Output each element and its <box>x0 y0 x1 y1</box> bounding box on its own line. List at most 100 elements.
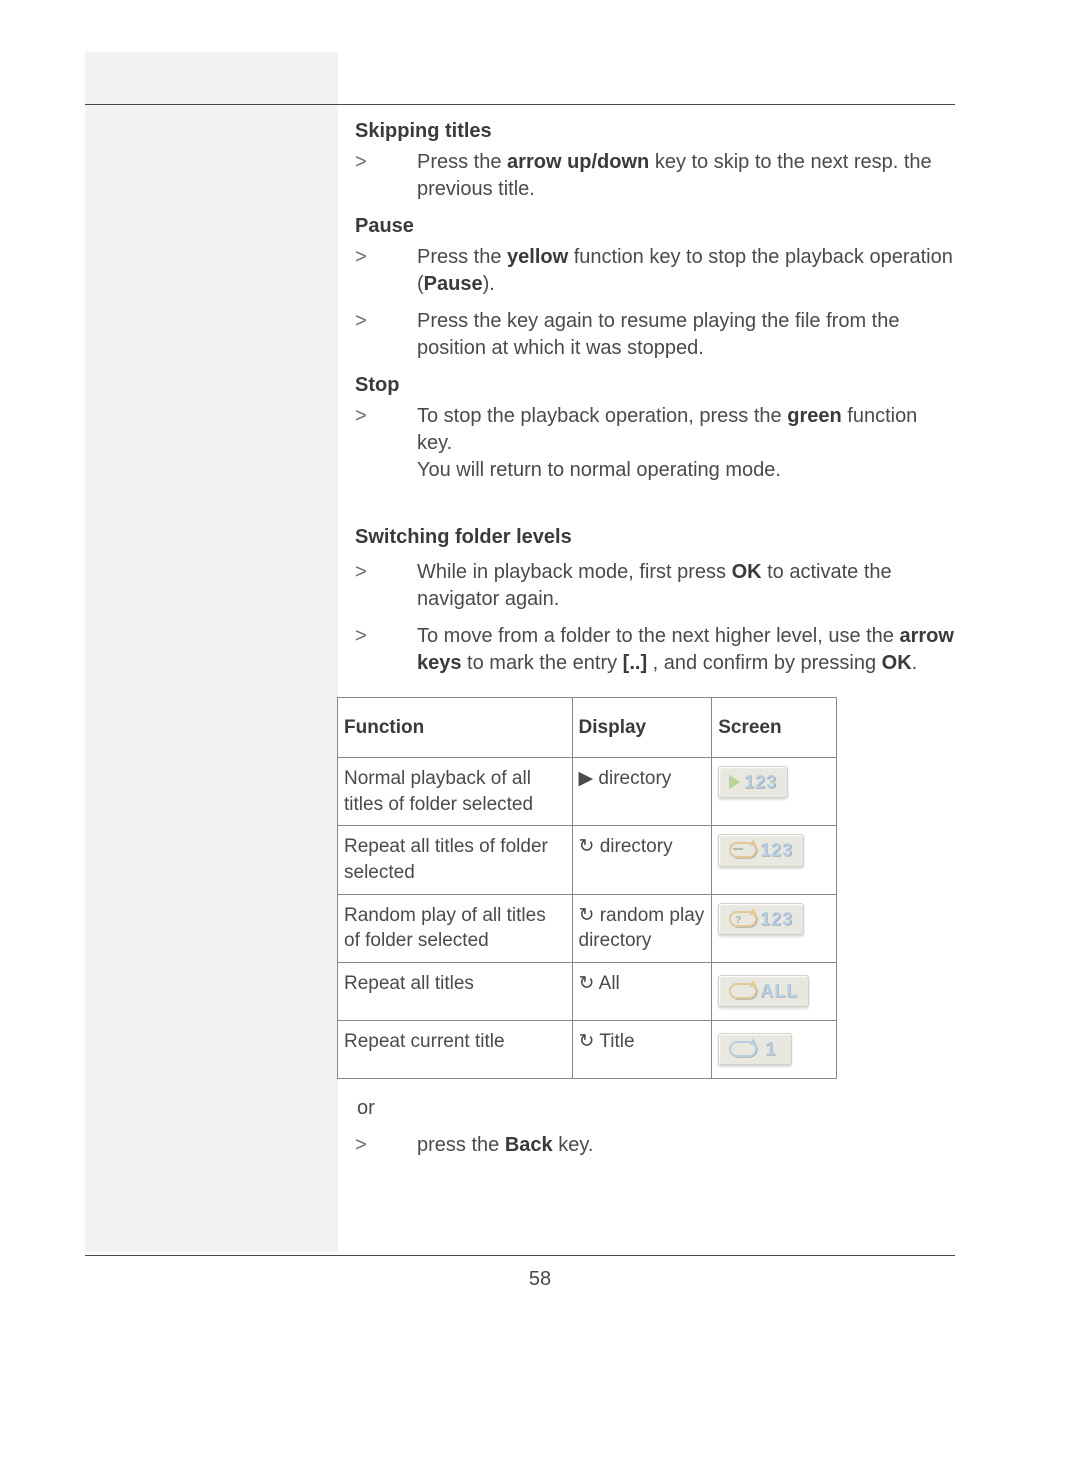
screen-chip-random-123: ?123 <box>718 903 804 935</box>
text: To move from a folder to the next higher… <box>417 625 899 647</box>
th-screen: Screen <box>712 698 837 758</box>
table-row: Random play of all titles of folder sele… <box>338 894 837 962</box>
repeat-icon: ↻ <box>579 905 595 926</box>
text: ). <box>483 273 495 295</box>
cell-screen: 1 <box>712 1020 837 1078</box>
screen-chip-repeat-all: ALL <box>718 975 809 1007</box>
repeat-icon <box>729 983 757 999</box>
cell-function: Random play of all titles of folder sele… <box>338 894 573 962</box>
cell-display: ↻ random play directory <box>572 894 712 962</box>
text: directory <box>593 768 671 789</box>
bullet-text: To move from a folder to the next higher… <box>417 623 955 677</box>
cell-display: ↻ All <box>572 962 712 1020</box>
bold-text: OK <box>882 652 912 674</box>
bullet-text: Press the yellow function key to stop th… <box>417 244 955 298</box>
bullet-text: press the Back key. <box>417 1132 955 1159</box>
bullet-marker: > <box>355 623 417 677</box>
bullet-marker: > <box>355 559 417 613</box>
repeat-random-icon: ? <box>729 911 757 927</box>
page-content: Skipping titles > Press the arrow up/dow… <box>355 114 955 1169</box>
bullet-marker: > <box>355 149 417 203</box>
screen-text: 123 <box>744 772 777 792</box>
cell-screen: 123 <box>712 758 837 826</box>
bullet-marker: > <box>355 1132 417 1159</box>
cell-function: Normal playback of all titles of folder … <box>338 758 573 826</box>
text: , and confirm by pressing <box>647 652 882 674</box>
cell-screen: ALL <box>712 962 837 1020</box>
play-icon <box>729 775 740 789</box>
table-header-row: Function Display Screen <box>338 698 837 758</box>
list-item: > Press the arrow up/down key to skip to… <box>355 149 955 203</box>
table-row: Repeat all titles ↻ All ALL <box>338 962 837 1020</box>
cell-screen: 123 <box>712 826 837 894</box>
repeat-icon: ↻ <box>579 973 595 994</box>
list-item: > Press the key again to resume playing … <box>355 308 955 362</box>
text: Press the <box>417 246 507 268</box>
cell-display: ▶ directory <box>572 758 712 826</box>
bullet-marker: > <box>355 244 417 298</box>
screen-chip-play-123: 123 <box>718 766 788 798</box>
cell-function: Repeat all titles of folder selected <box>338 826 573 894</box>
play-icon: ▶ <box>579 768 594 789</box>
cell-screen: ?123 <box>712 894 837 962</box>
bullet-text: Press the arrow up/down key to skip to t… <box>417 149 955 203</box>
bullet-marker: > <box>355 308 417 362</box>
bullet-text: While in playback mode, first press OK t… <box>417 559 955 613</box>
repeat-icon <box>729 842 757 858</box>
list-item: > Press the yellow function key to stop … <box>355 244 955 298</box>
text: . <box>912 652 918 674</box>
cell-function: Repeat current title <box>338 1020 573 1078</box>
text: press the <box>417 1134 505 1156</box>
text: You will return to normal operating mode… <box>417 459 781 481</box>
text: key. <box>553 1134 594 1156</box>
repeat-icon: ↻ <box>579 836 595 857</box>
list-item: > press the Back key. <box>355 1132 955 1159</box>
repeat-icon: ↻ <box>579 1031 595 1052</box>
bullet-text: Press the key again to resume playing th… <box>417 308 955 362</box>
th-display: Display <box>572 698 712 758</box>
repeat-icon <box>729 1041 757 1057</box>
bold-text: [..] <box>623 652 647 674</box>
list-item: > To move from a folder to the next high… <box>355 623 955 677</box>
heading-stop: Stop <box>355 372 955 399</box>
bold-text: arrow up/down <box>507 151 649 173</box>
bottom-rule <box>85 1255 955 1256</box>
bold-text: green <box>787 405 841 427</box>
th-function: Function <box>338 698 573 758</box>
bullet-text: To stop the playback operation, press th… <box>417 403 955 484</box>
text: To stop the playback operation, press th… <box>417 405 787 427</box>
cell-display: ↻ directory <box>572 826 712 894</box>
text: to mark the entry <box>462 652 623 674</box>
cell-display: ↻ Title <box>572 1020 712 1078</box>
heading-switching-folder-levels: Switching folder levels <box>355 524 955 551</box>
text: While in playback mode, first press <box>417 561 732 583</box>
bold-text: Back <box>505 1134 553 1156</box>
cell-function: Repeat all titles <box>338 962 573 1020</box>
or-text: or <box>357 1095 955 1122</box>
heading-skipping-titles: Skipping titles <box>355 118 955 145</box>
screen-chip-repeat-1: 1 <box>718 1033 792 1065</box>
table-row: Repeat all titles of folder selected ↻ d… <box>338 826 837 894</box>
page-number: 58 <box>0 1268 1080 1291</box>
bold-text: yellow <box>507 246 568 268</box>
bullet-marker: > <box>355 403 417 484</box>
screen-chip-repeat-123: 123 <box>718 834 804 866</box>
playback-modes-table: Function Display Screen Normal playback … <box>337 697 837 1079</box>
list-item: > While in playback mode, first press OK… <box>355 559 955 613</box>
screen-text: 123 <box>760 909 793 929</box>
text: Press the <box>417 151 507 173</box>
text: All <box>594 973 619 994</box>
table-row: Normal playback of all titles of folder … <box>338 758 837 826</box>
bold-text: Pause <box>424 273 483 295</box>
top-rule <box>85 104 955 105</box>
text: Title <box>594 1031 634 1052</box>
table-row: Repeat current title ↻ Title 1 <box>338 1020 837 1078</box>
text: directory <box>594 836 672 857</box>
screen-text: 1 <box>765 1039 776 1059</box>
bold-text: OK <box>732 561 762 583</box>
list-item: > To stop the playback operation, press … <box>355 403 955 484</box>
left-grey-margin <box>85 52 338 1252</box>
screen-text: 123 <box>760 840 793 860</box>
screen-text: ALL <box>760 981 798 1001</box>
heading-pause: Pause <box>355 213 955 240</box>
